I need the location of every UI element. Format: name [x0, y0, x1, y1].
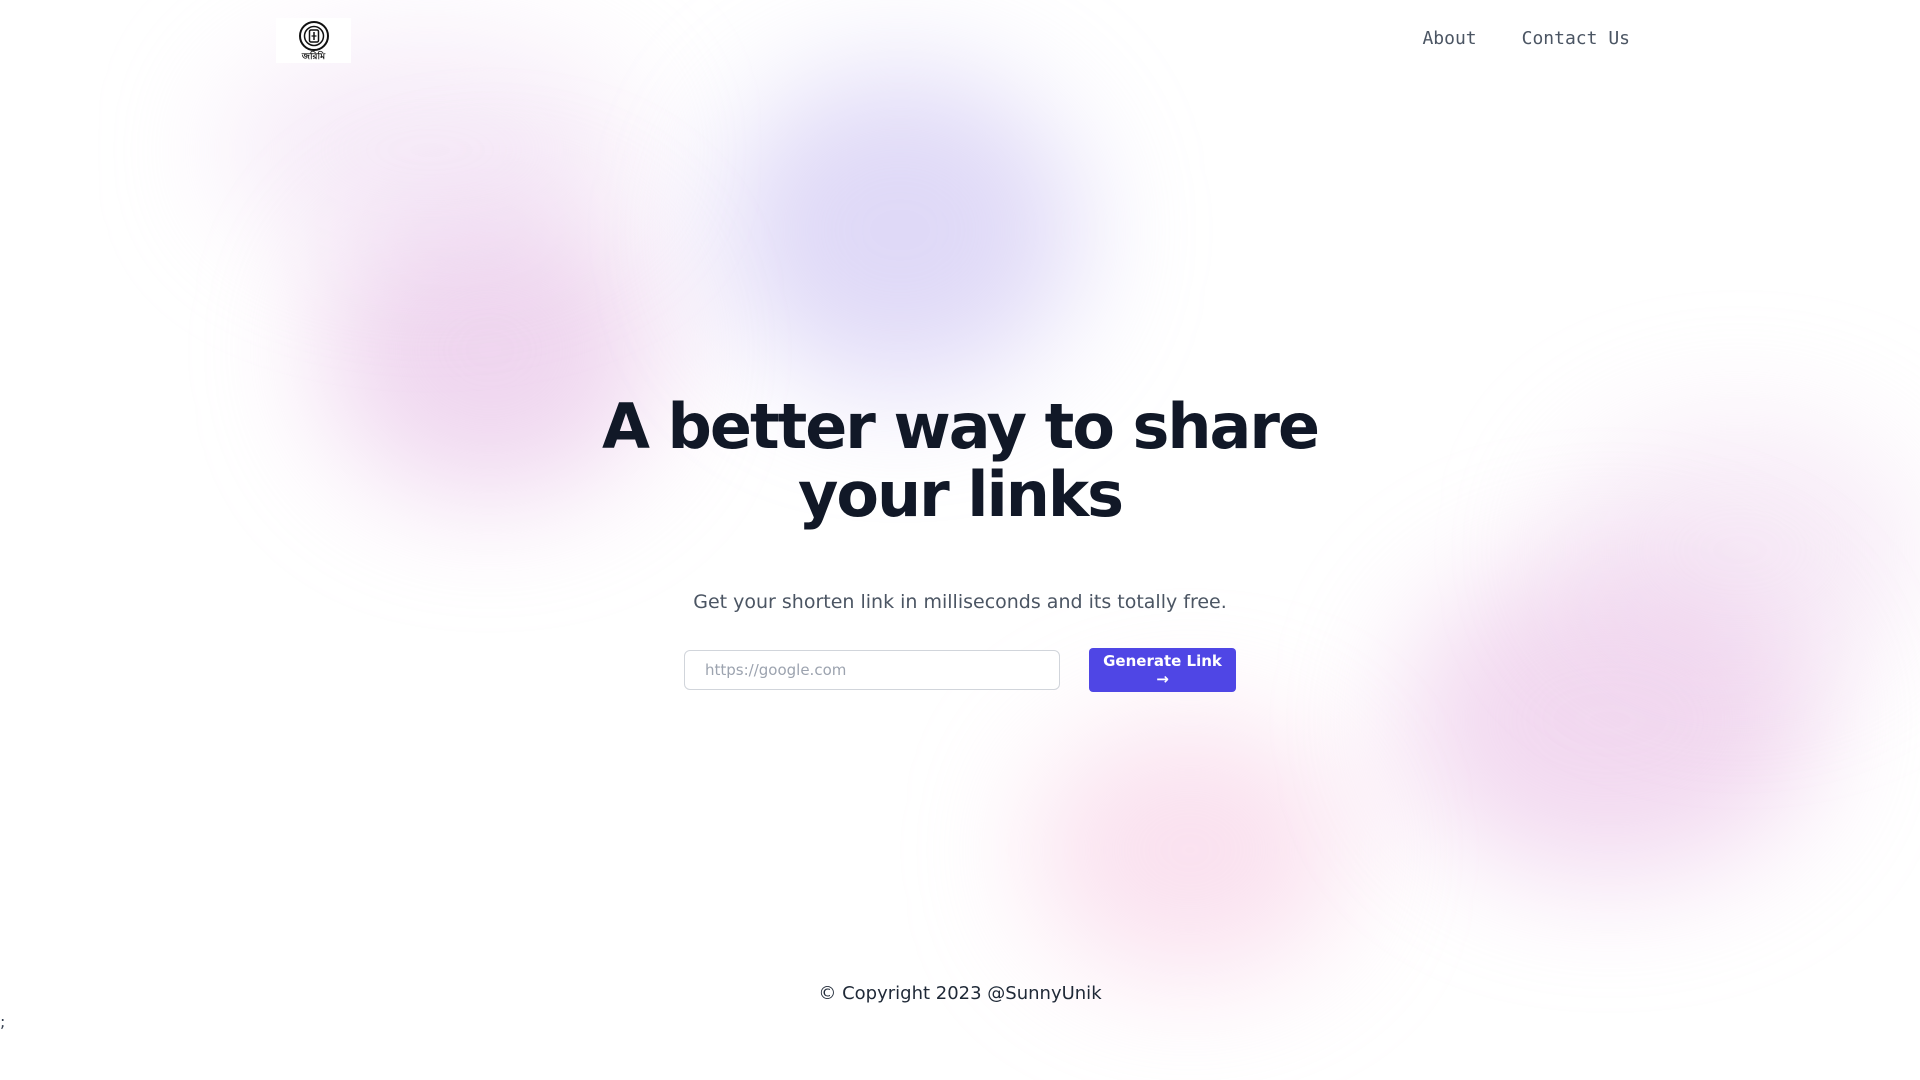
- logo-emblem-icon: [298, 20, 329, 51]
- logo-caption: জরিমি: [301, 51, 326, 62]
- hero-headline: A better way to share your links: [560, 393, 1360, 529]
- headline-line-2: your links: [797, 458, 1124, 531]
- hero-subtitle: Get your shorten link in milliseconds an…: [693, 591, 1227, 613]
- site-header: জরিমি About Contact Us: [0, 0, 1920, 80]
- site-logo[interactable]: জরিমি: [276, 18, 351, 63]
- footer-copyright: © Copyright 2023 @SunnyUnik: [818, 983, 1102, 1004]
- top-nav: About Contact Us: [1422, 28, 1630, 49]
- page: জরিমি About Contact Us A better way to s…: [0, 0, 1920, 1080]
- background-blob: [720, 70, 1080, 390]
- nav-contact-link[interactable]: Contact Us: [1522, 28, 1630, 49]
- background-blob: [1030, 720, 1350, 980]
- background-blob: [1400, 560, 1820, 880]
- url-input[interactable]: [684, 650, 1060, 690]
- stray-text: ;: [0, 1012, 6, 1031]
- generate-link-button[interactable]: Generate Link →: [1089, 648, 1236, 692]
- nav-about-link[interactable]: About: [1422, 28, 1476, 49]
- headline-line-1: A better way to share: [601, 390, 1320, 463]
- background-blob: [1560, 420, 1920, 680]
